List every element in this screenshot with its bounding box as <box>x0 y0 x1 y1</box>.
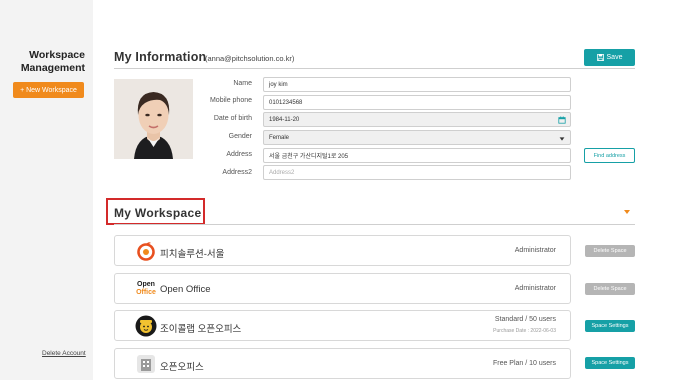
space-settings-button[interactable]: Space Settings <box>585 357 635 369</box>
workspace-card[interactable]: 피치솔루션-서울 Administrator <box>114 235 571 266</box>
save-label: Save <box>606 54 623 61</box>
workspace-card[interactable]: Open Office Open Office Administrator <box>114 273 571 304</box>
workspace-name: 오픈오피스 <box>160 362 204 373</box>
calendar-icon[interactable] <box>558 116 566 124</box>
openoffice-logo: Open Office <box>135 278 157 300</box>
divider <box>114 224 635 225</box>
dob-field[interactable]: 1984-11-20 <box>263 112 571 127</box>
mobile-value: 0101234568 <box>269 99 303 106</box>
logo-text-top: Open <box>137 281 155 288</box>
workspace-name: Open Office <box>160 284 211 295</box>
address-field[interactable]: 서울 금천구 가산디지털1로 205 <box>263 148 571 163</box>
address-value: 서울 금천구 가산디지털1로 205 <box>269 154 349 160</box>
workspace-card[interactable]: 조이콜랩 오픈오피스 Standard / 50 users Purchase … <box>114 310 571 341</box>
new-workspace-button[interactable]: + New Workspace <box>13 82 84 98</box>
name-label: Name <box>233 80 252 87</box>
name-field[interactable]: joy kim <box>263 77 571 92</box>
address2-field[interactable]: Address2 <box>263 165 571 180</box>
save-icon <box>596 54 604 61</box>
building-logo <box>135 353 157 375</box>
workspace-plan: Standard / 50 users <box>494 316 556 323</box>
divider <box>114 68 635 69</box>
my-information-title: My Information <box>114 50 207 64</box>
my-workspace-title: My Workspace <box>114 206 202 220</box>
delete-account-link[interactable]: Delete Account <box>42 350 86 357</box>
delete-space-button[interactable]: Delete Space <box>585 283 635 295</box>
joycollab-logo <box>135 315 157 337</box>
caret-down-icon[interactable] <box>624 210 630 214</box>
pitch-logo <box>135 240 157 262</box>
user-email: (anna@pitchsolution.co.kr) <box>205 54 295 63</box>
delete-space-button[interactable]: Delete Space <box>585 245 635 257</box>
find-address-button[interactable]: Find address <box>584 148 635 163</box>
save-button[interactable]: Save <box>584 49 635 66</box>
purchase-date: Purchase Date : 2022-06-03 <box>493 328 556 334</box>
workspace-card[interactable]: 오픈오피스 Free Plan / 10 users <box>114 348 571 379</box>
dob-value: 1984-11-20 <box>269 116 300 123</box>
gender-value: Female <box>269 134 290 141</box>
mobile-label: Mobile phone <box>209 97 252 104</box>
workspace-role: Administrator <box>514 285 556 292</box>
workspace-plan: Free Plan / 10 users <box>492 360 556 367</box>
dob-label: Date of birth <box>213 115 252 122</box>
mobile-field[interactable]: 0101234568 <box>263 95 571 110</box>
address2-label: Address2 <box>222 169 252 176</box>
gender-label: Gender <box>228 133 252 140</box>
address-label: Address <box>226 151 252 158</box>
chevron-down-icon <box>559 137 565 141</box>
name-value: joy kim <box>269 81 288 88</box>
workspace-name: 피치솔루션-서울 <box>160 249 225 260</box>
space-settings-button[interactable]: Space Settings <box>585 320 635 332</box>
workspace-name: 조이콜랩 오픈오피스 <box>160 324 242 335</box>
workspace-role: Administrator <box>514 247 556 254</box>
gender-select[interactable]: Female <box>263 130 571 145</box>
address2-placeholder: Address2 <box>269 169 295 176</box>
sidebar-title: Workspace Management <box>20 49 85 74</box>
logo-text-bottom: Office <box>136 289 156 296</box>
